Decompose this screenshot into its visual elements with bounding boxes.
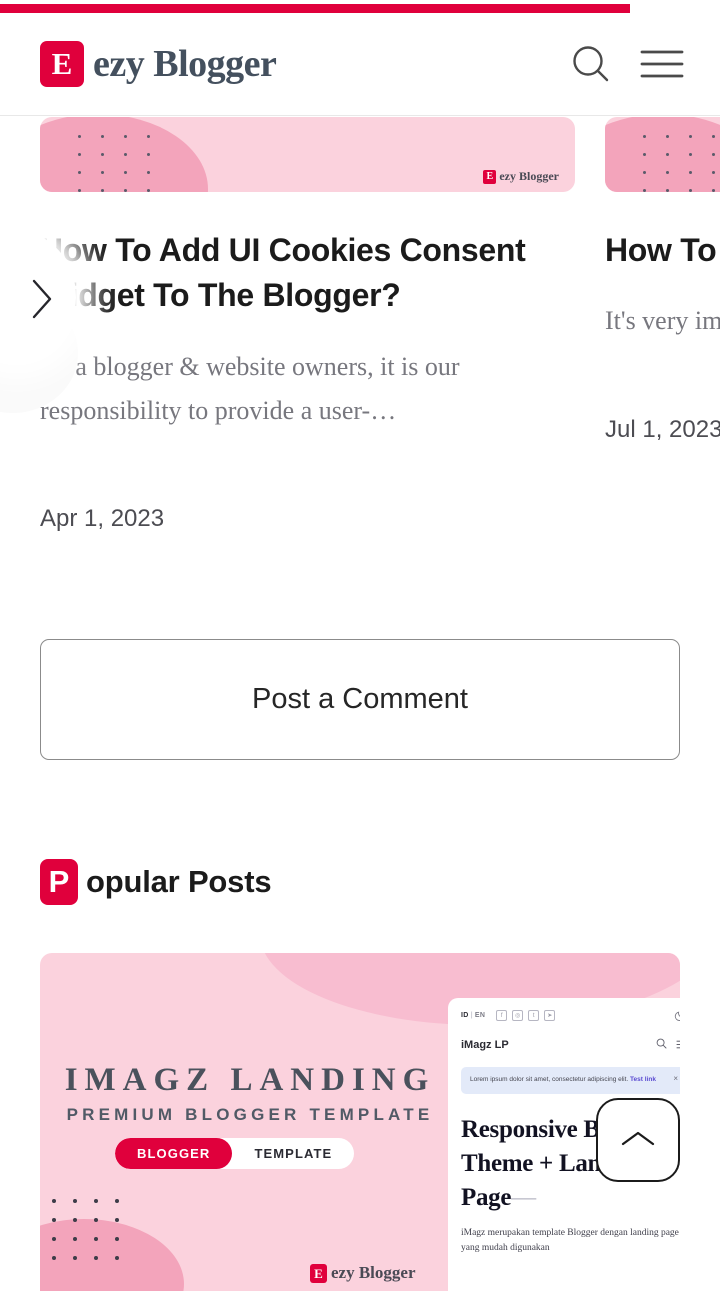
facebook-icon[interactable]: f [496, 1010, 508, 1021]
pill-template[interactable]: TEMPLATE [232, 1138, 354, 1169]
mockup-navbar: iMagz LP [461, 1036, 680, 1054]
logo-badge: E [40, 41, 84, 87]
watermark-text: ezy Blogger [499, 169, 559, 183]
pill-blogger[interactable]: BLOGGER [115, 1138, 233, 1169]
section-badge: P [40, 859, 78, 905]
mockup-banner-link[interactable]: Test link [630, 1076, 656, 1083]
post-thumbnail[interactable]: E ezy Blogger [40, 117, 575, 192]
thumbnail-subheadline: PREMIUM BLOGGER TEMPLATE [66, 1105, 434, 1124]
mockup-lang-separator: | [470, 1012, 473, 1019]
mockup-banner-message: Lorem ipsum dolor sit amet, consectetur … [470, 1076, 631, 1083]
post-excerpt: It's very important to share your posts … [605, 306, 720, 336]
watermark-badge: E [483, 169, 497, 184]
carousel-next-button[interactable] [0, 231, 96, 413]
site-logo[interactable]: E ezy Blogger [40, 41, 277, 87]
thumbnail-pill-group: BLOGGER TEMPLATE [115, 1138, 355, 1169]
mockup-language-switcher[interactable]: ID | EN [461, 1012, 485, 1019]
hamburger-menu-icon[interactable] [676, 1036, 680, 1054]
blog-post-page: E ezy Blogger E ezy Blogger How To Add U… [0, 0, 720, 1291]
instagram-icon[interactable]: ◎ [512, 1010, 524, 1021]
close-icon[interactable]: × [673, 1075, 678, 1083]
carousel-track: E ezy Blogger How To Add UI Cookies Cons… [0, 117, 720, 533]
thumbnail-headline: IMAGZ LANDING [64, 1062, 436, 1098]
thumbnail-watermark: E ezy Blogger [310, 1263, 416, 1283]
thumbnail-dot-pattern [643, 135, 720, 192]
reading-progress-bar [0, 4, 720, 13]
mockup-banner-text: Lorem ipsum dolor sit amet, consectetur … [470, 1075, 667, 1086]
header-actions [568, 41, 684, 87]
thumbnail-dot-pattern [52, 1199, 136, 1275]
watermark-badge: E [310, 1263, 327, 1283]
chevron-right-icon [30, 277, 56, 324]
mockup-description: iMagz merupakan template Blogger dengan … [461, 1227, 679, 1253]
hamburger-menu-icon[interactable] [640, 47, 684, 81]
reading-progress-fill [0, 4, 630, 13]
post-thumbnail[interactable]: E ezy Blogger [605, 117, 720, 192]
mockup-nav-icons [656, 1036, 680, 1054]
post-card[interactable]: E ezy Blogger How To Add Sticky Share Bu… [605, 117, 720, 533]
post-card[interactable]: E ezy Blogger How To Add UI Cookies Cons… [40, 117, 575, 533]
search-icon[interactable] [656, 1036, 667, 1054]
post-a-comment-button[interactable]: Post a Comment [40, 639, 680, 760]
mockup-notification-banner: Lorem ipsum dolor sit amet, consectetur … [461, 1067, 680, 1094]
post-date: Jul 1, 2023 [605, 415, 720, 443]
mockup-topbar: ID | EN f ◎ t ➤ [461, 1008, 680, 1023]
post-title[interactable]: How To Add UI Cookies Consent Widget To … [40, 228, 575, 319]
thumbnail-watermark: E ezy Blogger [483, 169, 559, 184]
thumbnail-dot-pattern [78, 135, 170, 192]
telegram-icon[interactable]: ➤ [544, 1010, 556, 1021]
popular-post-thumbnail[interactable]: IMAGZ LANDING PREMIUM BLOGGER TEMPLATE E… [40, 953, 680, 1291]
mockup-social-links: f ◎ t ➤ [496, 1010, 556, 1021]
mockup-lang-id: ID [461, 1012, 469, 1019]
twitter-icon[interactable]: t [528, 1010, 540, 1021]
watermark-text: ezy Blogger [331, 1263, 416, 1282]
mockup-lang-en: EN [474, 1012, 486, 1019]
chevron-up-icon [618, 1127, 658, 1154]
moon-icon[interactable] [674, 1009, 680, 1022]
scroll-to-top-button[interactable] [596, 1098, 680, 1182]
post-excerpt: As a blogger & website owners, it is our… [40, 351, 460, 426]
mockup-heading-dash: — [511, 1183, 536, 1211]
section-title: opular Posts [86, 864, 272, 899]
post-title[interactable]: How To Add Sticky Share Buttons [605, 228, 720, 273]
logo-text: ezy Blogger [93, 43, 277, 85]
post-date: Apr 1, 2023 [40, 505, 165, 533]
site-header: E ezy Blogger [0, 13, 720, 116]
mockup-brand: iMagz LP [461, 1039, 509, 1051]
search-icon[interactable] [568, 41, 614, 87]
popular-posts-heading: P opular Posts [40, 859, 272, 905]
related-posts-carousel: E ezy Blogger How To Add UI Cookies Cons… [0, 117, 720, 557]
